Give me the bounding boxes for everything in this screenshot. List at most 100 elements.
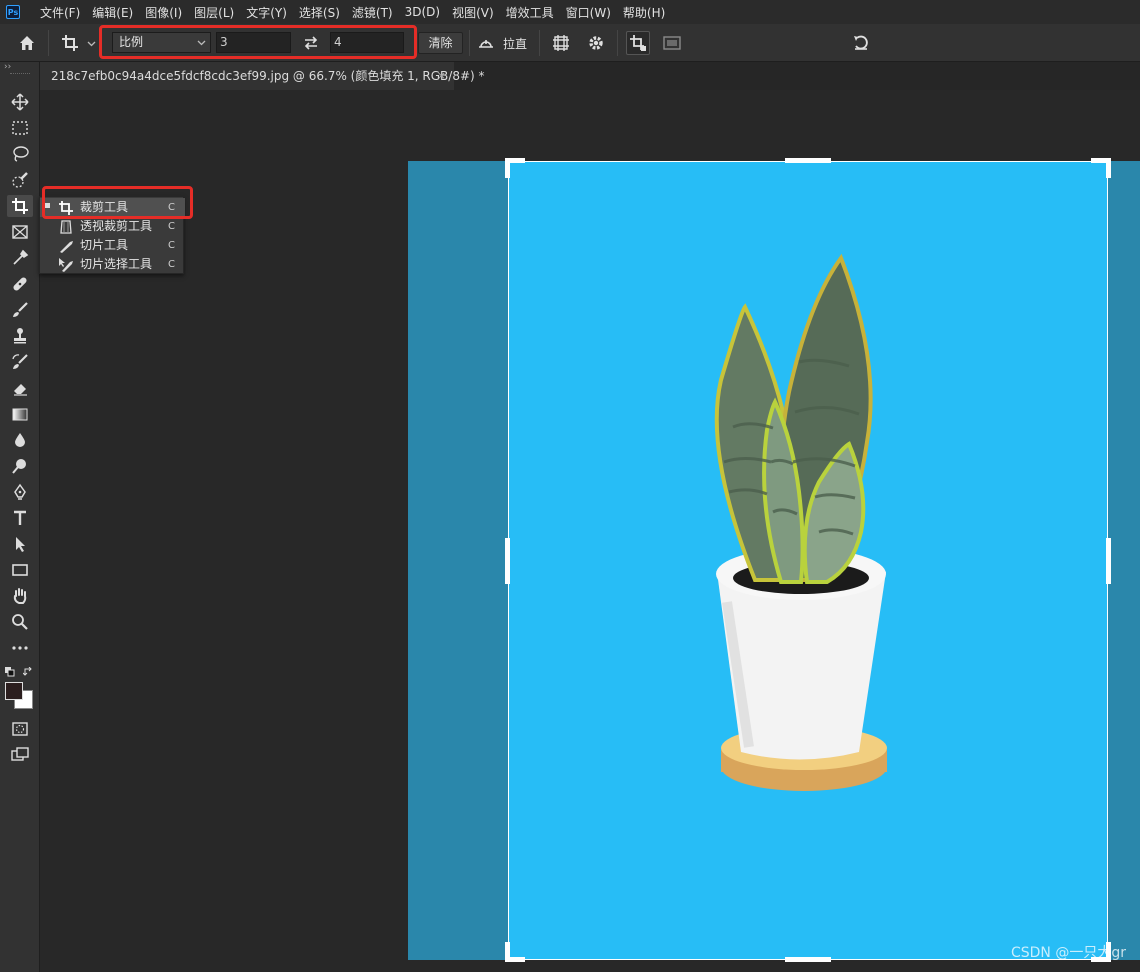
bandage-icon [13, 277, 27, 291]
watermark: CSDN @一只大gr [1010, 945, 1126, 961]
frame-tool[interactable] [7, 221, 33, 243]
path-selection-tool[interactable] [7, 533, 33, 555]
foreground-color-swatch[interactable] [5, 682, 23, 700]
screen-mode-button[interactable] [7, 744, 33, 766]
menu-edit[interactable]: 编辑(E) [86, 4, 139, 21]
clone-stamp-tool[interactable] [7, 325, 33, 347]
grid-icon [553, 35, 569, 51]
menu-view[interactable]: 视图(V) [446, 4, 500, 21]
undo-icon [854, 35, 868, 50]
arrow-cursor-icon [16, 537, 25, 552]
quick-selection-tool[interactable] [7, 169, 33, 191]
swap-colors-icon[interactable] [23, 667, 33, 677]
highlight-box [99, 25, 417, 59]
crop-handle-bottom-left[interactable] [505, 942, 510, 962]
menu-bar: Ps 文件(F) 编辑(E) 图像(I) 图层(L) 文字(Y) 选择(S) 滤… [0, 0, 1140, 24]
flyout-item-slice[interactable]: 切片工具 C [40, 236, 185, 255]
menu-help[interactable]: 帮助(H) [617, 4, 671, 21]
ps-logo: Ps [6, 5, 20, 19]
tool-preset-picker[interactable] [58, 32, 98, 54]
brush-tool[interactable] [7, 299, 33, 321]
menu-type[interactable]: 文字(Y) [240, 4, 293, 21]
gradient-tool[interactable] [7, 403, 33, 425]
history-brush-tool[interactable] [7, 351, 33, 373]
flyout-item-shortcut: C [168, 221, 175, 232]
plant-illustration [714, 253, 887, 791]
quick-mask-button[interactable] [7, 718, 33, 740]
menu-image[interactable]: 图像(I) [139, 4, 188, 21]
dodge-tool[interactable] [7, 455, 33, 477]
menu-select[interactable]: 选择(S) [293, 4, 346, 21]
photoshop-window: Ps 文件(F) 编辑(E) 图像(I) 图层(L) 文字(Y) 选择(S) 滤… [0, 0, 1140, 972]
crop-handle-left[interactable] [505, 538, 510, 584]
content-aware-toggle[interactable] [660, 32, 684, 54]
slice-select-icon [59, 258, 73, 272]
crop-tool[interactable] [7, 195, 33, 217]
menu-plugins[interactable]: 增效工具 [500, 4, 560, 21]
straighten-label: 拉直 [502, 36, 527, 51]
quick-mask-icon [12, 722, 28, 736]
overlay-options-button[interactable] [548, 32, 574, 54]
menu-layer[interactable]: 图层(L) [188, 4, 240, 21]
crop-delete-icon [630, 35, 646, 51]
hand-tool[interactable] [7, 585, 33, 607]
eraser-tool[interactable] [7, 377, 33, 399]
crop-handle-top[interactable] [785, 158, 831, 163]
straighten-button[interactable]: 拉直 [474, 32, 530, 54]
type-icon [14, 510, 26, 525]
healing-brush-tool[interactable] [7, 273, 33, 295]
pen-tool[interactable] [7, 481, 33, 503]
separator [48, 30, 49, 56]
drop-icon [15, 433, 25, 447]
edit-toolbar-button[interactable] [7, 637, 33, 659]
brush-icon [13, 302, 28, 317]
crop-settings-button[interactable] [583, 32, 609, 54]
type-tool[interactable] [7, 507, 33, 529]
document-tab-title: 218c7efb0c94a4dce5fdcf8cdc3ef99.jpg @ 66… [51, 69, 485, 83]
crop-area[interactable] [508, 161, 1108, 960]
flyout-item-label: 切片工具 [80, 238, 129, 252]
document-tab[interactable]: 218c7efb0c94a4dce5fdcf8cdc3ef99.jpg @ 66… [40, 62, 485, 90]
gradient-icon [12, 408, 28, 421]
panel-grip[interactable] [10, 73, 30, 75]
flyout-item-slice-select[interactable]: 切片选择工具 C [40, 255, 185, 274]
crop-handle-top-right[interactable] [1106, 158, 1111, 178]
lasso-tool[interactable] [7, 143, 33, 165]
tools-panel: ›› [0, 62, 40, 972]
flyout-item-perspective-crop[interactable]: 透视裁剪工具 C [40, 217, 185, 236]
zoom-tool[interactable] [7, 611, 33, 633]
home-button[interactable] [14, 32, 40, 54]
delete-cropped-pixels-toggle[interactable] [626, 31, 650, 55]
crop-handle-top-left[interactable] [505, 158, 510, 178]
rect-marquee-icon [12, 121, 28, 135]
clear-button[interactable]: 清除 [418, 32, 463, 54]
menu-file[interactable]: 文件(F) [34, 4, 86, 21]
blur-tool[interactable] [7, 429, 33, 451]
close-icon[interactable]: × [437, 62, 446, 90]
reset-button[interactable] [848, 32, 874, 54]
rectangle-tool[interactable] [7, 559, 33, 581]
chevron-down-icon [87, 41, 95, 46]
eyedropper-tool[interactable] [7, 247, 33, 269]
separator [539, 30, 540, 56]
lasso-icon [13, 146, 29, 162]
menu-window[interactable]: 窗口(W) [560, 4, 617, 21]
document-tab-row: 218c7efb0c94a4dce5fdcf8cdc3ef99.jpg @ 66… [40, 62, 1140, 90]
marquee-tool[interactable] [7, 117, 33, 139]
default-colors-icon[interactable] [5, 667, 15, 677]
menu-filter[interactable]: 滤镜(T) [346, 4, 399, 21]
flyout-item-label: 透视裁剪工具 [80, 219, 153, 233]
move-icon [11, 93, 29, 111]
dodge-icon [12, 459, 26, 474]
crop-handle-right[interactable] [1106, 538, 1111, 584]
menu-3d[interactable]: 3D(D) [399, 5, 446, 19]
frame-icon [12, 225, 28, 239]
collapse-icon[interactable]: ›› [4, 62, 11, 72]
quick-selection-icon [12, 172, 28, 188]
eyedropper-icon [13, 249, 29, 265]
flyout-item-shortcut: C [168, 259, 175, 270]
crop-icon [12, 198, 28, 214]
crop-handle-bottom[interactable] [785, 957, 831, 962]
move-tool[interactable] [7, 91, 33, 113]
separator [469, 30, 470, 56]
